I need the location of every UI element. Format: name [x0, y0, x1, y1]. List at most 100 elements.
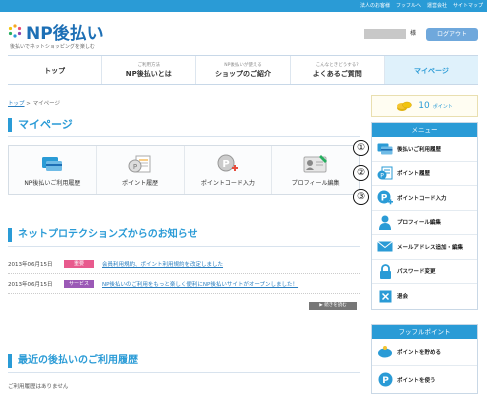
svg-text:P: P: [133, 163, 137, 171]
card-icon: [41, 154, 63, 174]
sidebar-item-password[interactable]: パスワード変更: [372, 260, 477, 284]
profile-icon: [303, 154, 329, 174]
sidebar-fuffle: フッフルポイント ポイントを貯める P ポイントを使う: [371, 324, 478, 394]
divider: [8, 246, 360, 247]
news-date: 2013年06月15日: [8, 262, 53, 268]
news-item: 2013年06月15日 重要 会員利用規約、ポイント利用規約を改定しました: [8, 258, 360, 270]
top-link-company[interactable]: 運営会社: [427, 1, 447, 11]
svg-text:P: P: [222, 159, 229, 170]
sidebar-item-label: 退会: [397, 294, 409, 301]
divider: [8, 293, 360, 294]
nav-mypage[interactable]: マイページ: [384, 56, 479, 84]
user-suffix: 様: [410, 30, 417, 37]
user-name-redacted: [364, 29, 406, 39]
sidebar-item-point-history[interactable]: ② P ポイント履歴: [353, 162, 477, 186]
quick-link-profile[interactable]: プロフィール編集: [272, 146, 359, 194]
logout-button[interactable]: ログアウト: [426, 28, 478, 41]
page-title: マイページ: [8, 118, 73, 132]
breadcrumb-separator: >: [24, 101, 33, 107]
nav-shops-sub: NP後払いが使える: [224, 62, 262, 68]
points-unit: ポイント: [432, 103, 453, 110]
sidebar-item-withdraw[interactable]: 退会: [372, 284, 477, 309]
nav-mypage-label: マイページ: [413, 66, 449, 75]
nav-about-sub: ご利用方法: [137, 62, 161, 68]
sidebar-item-label: パスワード変更: [397, 269, 436, 276]
points-history-icon: P: [376, 164, 394, 182]
point-code-icon: P: [217, 154, 239, 174]
nav-faq[interactable]: こんなときどうする? よくあるご質問: [291, 56, 385, 84]
sidebar-item-usage-history[interactable]: ① 後払いご利用履歴: [353, 137, 477, 162]
read-more-button[interactable]: ▶ 続きを読む: [309, 302, 357, 310]
nav-shops[interactable]: NP後払いが使える ショップのご紹介: [196, 56, 291, 84]
quick-link-label: ポイントコード入力: [200, 179, 255, 187]
sidebar-item-email[interactable]: メールアドレス追加・編集: [372, 235, 477, 260]
annotation-marker: ①: [353, 140, 369, 156]
breadcrumb: トップ > マイページ: [8, 99, 60, 107]
history-section-title: 最近の後払いのご利用履歴: [8, 354, 138, 368]
news-link[interactable]: NP後払いのご利用をもっと楽しく便利にNP後払いサイトがオープンしました！: [102, 280, 298, 288]
user-icon: [376, 213, 394, 231]
sidebar-menu: メニュー ① 後払いご利用履歴 ② P ポイント履歴 ③ P ポイントコード入力…: [353, 122, 478, 310]
points-value: 10: [418, 101, 430, 111]
top-links: 法人のお客様 フッフルへ 運営会社 サイトマップ: [360, 1, 483, 11]
sidebar-item-label: ポイントを使う: [397, 377, 436, 384]
svg-text:P: P: [380, 173, 384, 180]
nav-about-label: NP後払いとは: [125, 69, 172, 78]
divider: [8, 136, 360, 137]
points-history-icon: P: [128, 154, 152, 174]
news-date: 2013年06月15日: [8, 282, 53, 288]
exit-icon: [376, 287, 394, 305]
card-icon: [376, 140, 394, 158]
news-link[interactable]: 会員利用規約、ポイント利用規約を改定しました: [102, 260, 223, 268]
svg-text:P: P: [381, 194, 388, 204]
sidebar-item-label: プロフィール編集: [397, 220, 441, 227]
top-bar: 法人のお客様 フッフルへ 運営会社 サイトマップ: [0, 0, 487, 12]
nav-faq-sub: こんなときどうする?: [315, 62, 359, 68]
divider: [8, 372, 360, 373]
sidebar-fuffle-header: フッフルポイント: [372, 325, 477, 339]
quick-link-label: ポイント履歴: [122, 179, 159, 187]
history-empty-text: ご利用履歴はありません: [8, 384, 69, 390]
quick-link-label: NP後払いご利用履歴: [24, 179, 81, 187]
divider: [8, 273, 360, 274]
nav-about[interactable]: ご利用方法 NP後払いとは: [102, 56, 197, 84]
point-code-icon: P: [376, 189, 394, 207]
sidebar-item-label: ポイント履歴: [397, 171, 431, 178]
news-item: 2013年06月15日 サービス NP後払いのご利用をもっと楽しく便利にNP後払…: [8, 278, 360, 290]
quick-link-point-history[interactable]: P ポイント履歴: [97, 146, 185, 194]
nav-faq-label: よくあるご質問: [312, 69, 362, 78]
annotation-marker: ③: [353, 189, 369, 205]
quick-link-point-code[interactable]: P ポイントコード入力: [185, 146, 273, 194]
sidebar-item-profile[interactable]: プロフィール編集: [372, 211, 477, 235]
logo-mark-icon: [8, 24, 22, 38]
sidebar-item-label: メールアドレス追加・編集: [397, 244, 464, 251]
sidebar-item-point-code[interactable]: ③ P ポイントコード入力: [353, 186, 477, 211]
news-badge-important: 重要: [64, 260, 94, 268]
news-section-title: ネットプロテクションズからのお知らせ: [8, 228, 198, 242]
logo-tagline: 後払いでネットショッピングを楽しむ: [10, 44, 95, 50]
mail-icon: [376, 238, 394, 256]
use-point-icon: P: [376, 371, 394, 389]
quick-links: NP後払いご利用履歴 P ポイント履歴 P ポイントコード入力 プロフィール編集: [8, 145, 360, 195]
coins-icon: [397, 101, 413, 111]
sidebar-item-earn-points[interactable]: ポイントを貯める: [372, 339, 477, 366]
breadcrumb-current: マイページ: [32, 101, 61, 107]
svg-text:P: P: [382, 376, 389, 386]
sidebar-item-label: 後払いご利用履歴: [397, 146, 442, 153]
logo-text: NP後払い: [26, 24, 104, 44]
quick-link-usage-history[interactable]: NP後払いご利用履歴: [9, 146, 97, 194]
points-summary: 10 ポイント: [371, 95, 478, 117]
nav-shops-label: ショップのご紹介: [215, 69, 271, 78]
news-badge-service: サービス: [64, 280, 94, 288]
annotation-marker: ②: [353, 164, 369, 181]
top-link-corporate[interactable]: 法人のお客様: [360, 1, 390, 11]
top-link-sitemap[interactable]: サイトマップ: [453, 1, 483, 11]
lock-icon: [376, 262, 394, 280]
sidebar-item-use-points[interactable]: P ポイントを使う: [372, 366, 477, 393]
nav-top[interactable]: トップ: [8, 56, 103, 84]
top-link-fuffle[interactable]: フッフルへ: [396, 1, 421, 11]
sidebar-menu-header: メニュー: [372, 123, 477, 137]
sidebar-item-label: ポイントコード入力: [397, 195, 447, 202]
piggy-icon: [376, 343, 394, 361]
breadcrumb-home[interactable]: トップ: [8, 101, 25, 107]
